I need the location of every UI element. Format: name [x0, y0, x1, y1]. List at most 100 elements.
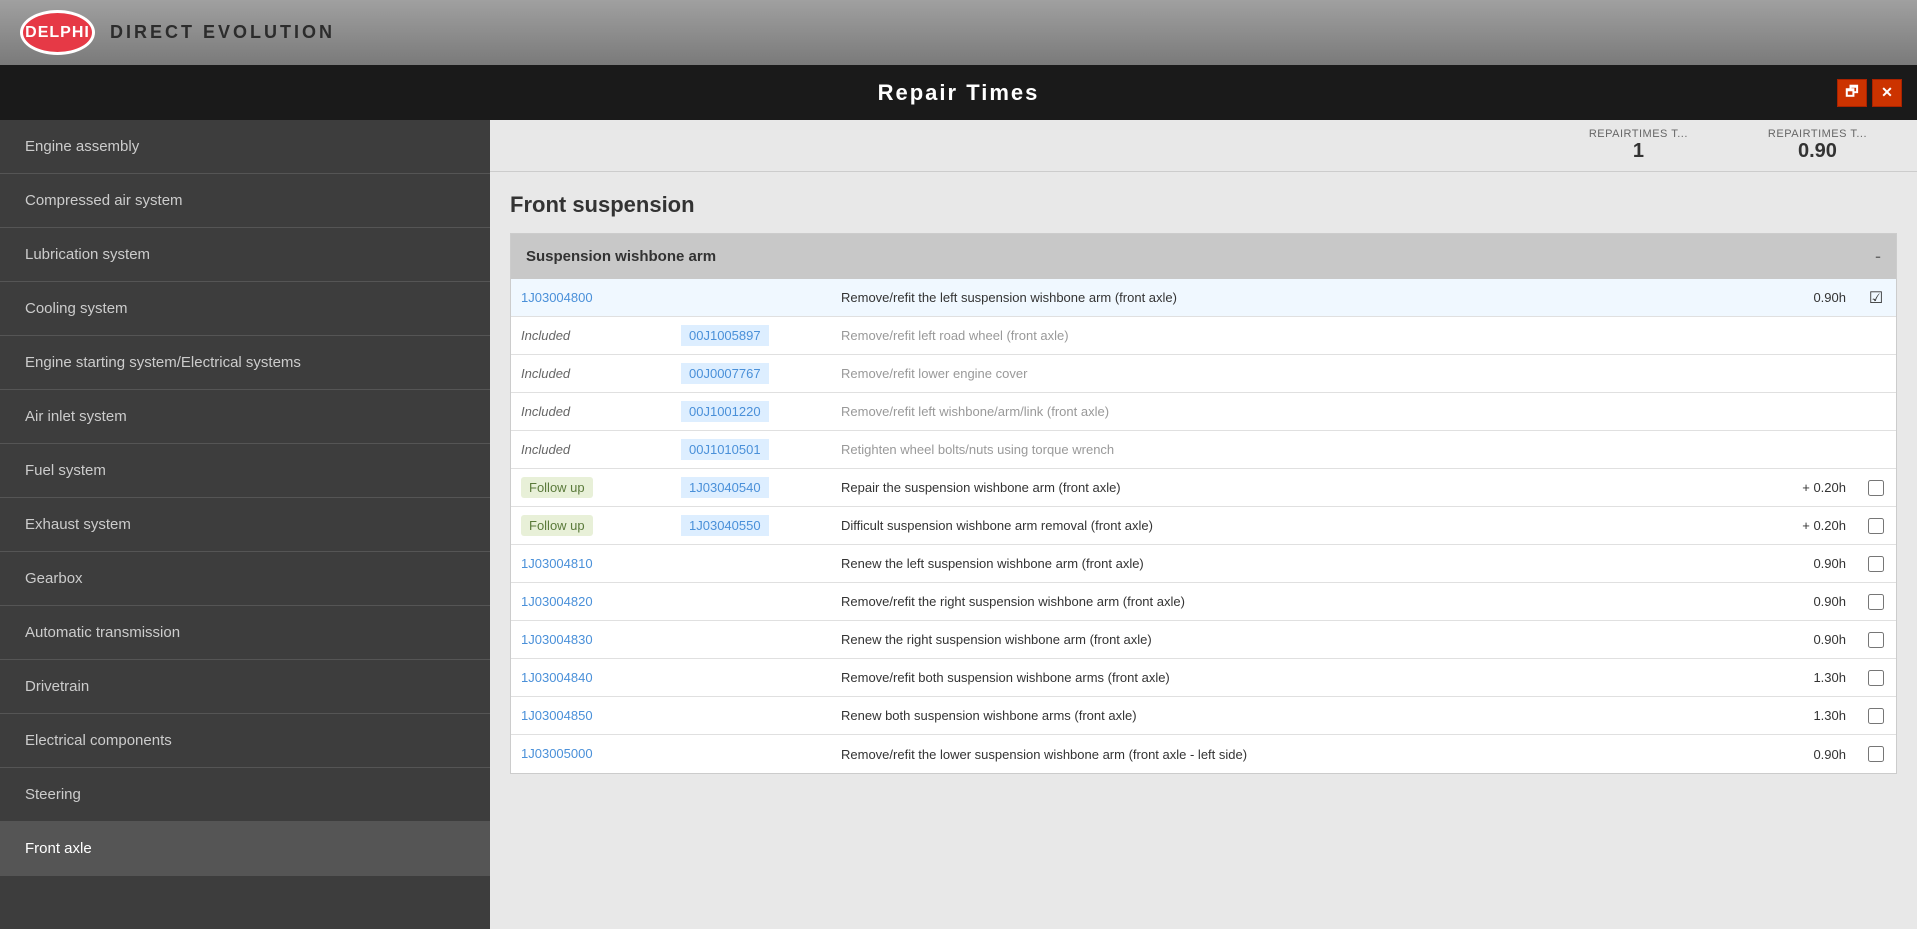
- table-row: 1J03004830 Renew the right suspension wi…: [511, 621, 1896, 659]
- row-checkbox[interactable]: [1868, 708, 1884, 724]
- sidebar-item-10[interactable]: Drivetrain: [0, 660, 490, 714]
- table-row: 1J03004810 Renew the left suspension wis…: [511, 545, 1896, 583]
- col-header-1: REPAIRTIMES T... 0.90: [1768, 128, 1867, 163]
- sidebar-item-4[interactable]: Engine starting system/Electrical system…: [0, 336, 490, 390]
- table-row: Follow up 1J03040550 Difficult suspensio…: [511, 507, 1896, 545]
- cell-description-0: Remove/refit the left suspension wishbon…: [831, 282, 1776, 313]
- sidebar-item-3[interactable]: Cooling system: [0, 282, 490, 336]
- sidebar-item-6[interactable]: Fuel system: [0, 444, 490, 498]
- sidebar-item-9[interactable]: Automatic transmission: [0, 606, 490, 660]
- sidebar-item-11[interactable]: Electrical components: [0, 714, 490, 768]
- cell-subcode-1: 00J1005897: [671, 317, 831, 354]
- cell-checkbox-7[interactable]: [1856, 556, 1896, 572]
- cell-time-12: 0.90h: [1776, 739, 1856, 770]
- sidebar: Engine assemblyCompressed air systemLubr…: [0, 120, 490, 929]
- cell-subcode-12: [671, 746, 831, 762]
- sidebar-item-13[interactable]: Front axle: [0, 822, 490, 876]
- row-code-link[interactable]: 1J03004820: [521, 594, 593, 609]
- logo-container: DELPHI DIRECT EVOLUTION: [20, 10, 335, 55]
- cell-subcode-11: [671, 708, 831, 724]
- cell-subcode-0: [671, 290, 831, 306]
- cell-checkbox-9[interactable]: [1856, 632, 1896, 648]
- cell-time-2: [1776, 366, 1856, 382]
- window-title-bar: Repair Times 🗗 ✕: [0, 65, 1917, 120]
- cell-checkbox-5[interactable]: [1856, 480, 1896, 496]
- restore-button[interactable]: 🗗: [1837, 79, 1867, 107]
- row-checkbox[interactable]: [1868, 746, 1884, 762]
- row-subcode-link[interactable]: 00J1005897: [681, 325, 769, 346]
- cell-checkbox-0[interactable]: ☑: [1856, 288, 1896, 308]
- logo-text: DELPHI: [25, 24, 90, 42]
- row-code-link[interactable]: 1J03005000: [521, 746, 593, 761]
- table-row: Follow up 1J03040540 Repair the suspensi…: [511, 469, 1896, 507]
- app-title: DIRECT EVOLUTION: [110, 22, 335, 43]
- sidebar-item-5[interactable]: Air inlet system: [0, 390, 490, 444]
- row-code-link[interactable]: 1J03004810: [521, 556, 593, 571]
- cell-code-6: Follow up: [511, 507, 671, 544]
- col-header-label-1: REPAIRTIMES T...: [1768, 128, 1867, 140]
- row-code-link[interactable]: 1J03004830: [521, 632, 593, 647]
- window-controls: 🗗 ✕: [1837, 79, 1902, 107]
- row-included-label: Included: [521, 404, 570, 419]
- cell-time-7: 0.90h: [1776, 548, 1856, 579]
- table-row: 1J03004850 Renew both suspension wishbon…: [511, 697, 1896, 735]
- table-row: 1J03004840 Remove/refit both suspension …: [511, 659, 1896, 697]
- cell-time-5: + 0.20h: [1776, 472, 1856, 503]
- window-title: Repair Times: [878, 80, 1040, 106]
- main-panel: REPAIRTIMES T... 1REPAIRTIMES T... 0.90 …: [490, 120, 1917, 929]
- row-subcode-link[interactable]: 00J0007767: [681, 363, 769, 384]
- row-subcode-link[interactable]: 1J03040550: [681, 515, 769, 536]
- cell-code-2: Included: [511, 357, 671, 391]
- table-group-header: Suspension wishbone arm -: [511, 234, 1896, 279]
- cell-checkbox-11[interactable]: [1856, 708, 1896, 724]
- row-checkmark: ☑: [1869, 288, 1883, 308]
- sidebar-item-0[interactable]: Engine assembly: [0, 120, 490, 174]
- group-toggle-button[interactable]: -: [1875, 246, 1881, 267]
- row-subcode-link[interactable]: 00J1010501: [681, 439, 769, 460]
- row-checkbox[interactable]: [1868, 480, 1884, 496]
- top-bar: DELPHI DIRECT EVOLUTION: [0, 0, 1917, 65]
- cell-description-7: Renew the left suspension wishbone arm (…: [831, 548, 1776, 579]
- cell-time-11: 1.30h: [1776, 700, 1856, 731]
- col-header-0: REPAIRTIMES T... 1: [1589, 128, 1688, 163]
- row-checkbox[interactable]: [1868, 594, 1884, 610]
- close-button[interactable]: ✕: [1872, 79, 1902, 107]
- cell-description-10: Remove/refit both suspension wishbone ar…: [831, 662, 1776, 693]
- col-header-value-1: 0.90: [1798, 140, 1837, 162]
- row-followup-label: Follow up: [521, 477, 593, 498]
- cell-time-8: 0.90h: [1776, 586, 1856, 617]
- row-code-link[interactable]: 1J03004850: [521, 708, 593, 723]
- sidebar-item-7[interactable]: Exhaust system: [0, 498, 490, 552]
- row-subcode-link[interactable]: 00J1001220: [681, 401, 769, 422]
- cell-description-4: Retighten wheel bolts/nuts using torque …: [831, 434, 1776, 465]
- row-checkbox[interactable]: [1868, 632, 1884, 648]
- sidebar-item-12[interactable]: Steering: [0, 768, 490, 822]
- row-subcode-link[interactable]: 1J03040540: [681, 477, 769, 498]
- cell-code-3: Included: [511, 395, 671, 429]
- cell-code-7: 1J03004810: [511, 547, 671, 581]
- cell-checkbox-10[interactable]: [1856, 670, 1896, 686]
- cell-checkbox-8[interactable]: [1856, 594, 1896, 610]
- table-row: Included 00J1001220 Remove/refit left wi…: [511, 393, 1896, 431]
- cell-time-0: 0.90h: [1776, 282, 1856, 313]
- repair-table: Suspension wishbone arm - 1J03004800 Rem…: [510, 233, 1897, 774]
- cell-code-5: Follow up: [511, 469, 671, 506]
- row-included-label: Included: [521, 442, 570, 457]
- row-checkbox[interactable]: [1868, 518, 1884, 534]
- row-checkbox[interactable]: [1868, 670, 1884, 686]
- cell-subcode-7: [671, 556, 831, 572]
- sidebar-item-1[interactable]: Compressed air system: [0, 174, 490, 228]
- cell-checkbox-12[interactable]: [1856, 746, 1896, 762]
- row-code-link[interactable]: 1J03004800: [521, 290, 593, 305]
- cell-checkbox-6[interactable]: [1856, 518, 1896, 534]
- sidebar-item-8[interactable]: Gearbox: [0, 552, 490, 606]
- cell-description-9: Renew the right suspension wishbone arm …: [831, 624, 1776, 655]
- table-row: Included 00J1010501 Retighten wheel bolt…: [511, 431, 1896, 469]
- row-code-link[interactable]: 1J03004840: [521, 670, 593, 685]
- cell-code-10: 1J03004840: [511, 661, 671, 695]
- cell-time-1: [1776, 328, 1856, 344]
- sidebar-item-2[interactable]: Lubrication system: [0, 228, 490, 282]
- cell-code-8: 1J03004820: [511, 585, 671, 619]
- row-checkbox[interactable]: [1868, 556, 1884, 572]
- section-title: Front suspension: [510, 192, 1897, 218]
